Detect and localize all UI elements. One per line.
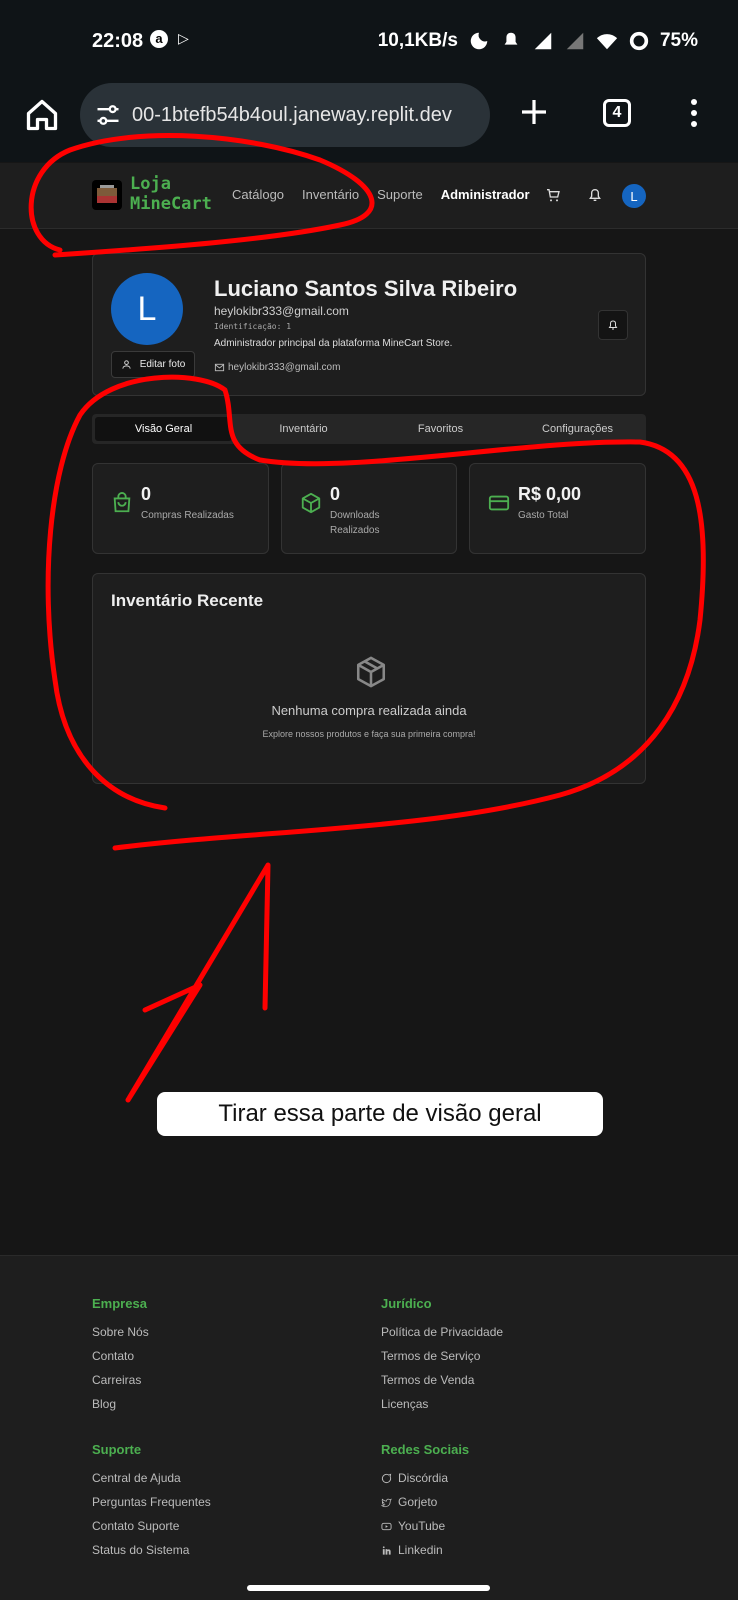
nav-administrador[interactable]: Administrador: [441, 187, 530, 202]
empty-state-subtitle: Explore nossos produtos e faça sua prime…: [262, 729, 476, 739]
package-icon: [301, 492, 321, 514]
signal-off-icon: [566, 32, 584, 50]
footer-link-twitter[interactable]: Gorjeto: [381, 1495, 469, 1509]
gesture-bar[interactable]: [247, 1585, 490, 1591]
home-icon[interactable]: [24, 97, 60, 133]
minecart-logo[interactable]: [92, 180, 122, 210]
footer-empresa: Empresa Sobre Nós Contato Carreiras Blog: [92, 1296, 149, 1411]
tab-switcher-button[interactable]: 4: [603, 99, 631, 127]
tab-configuracoes[interactable]: Configurações: [509, 414, 646, 444]
footer-link[interactable]: Licenças: [381, 1397, 503, 1411]
footer-link-discord[interactable]: Discórdia: [381, 1471, 469, 1485]
play-icon: ▷: [178, 30, 189, 46]
site-settings-icon[interactable]: [94, 101, 122, 129]
shopping-bag-icon: [113, 492, 131, 513]
recent-inventory-title: Inventário Recente: [111, 591, 264, 610]
credit-card-icon: [488, 495, 510, 511]
footer-redes-sociais: Redes Sociais Discórdia Gorjeto YouTube …: [381, 1442, 470, 1557]
nav-inventario[interactable]: Inventário: [302, 187, 359, 202]
profile-card: L Editar foto Luciano Santos Silva Ribei…: [92, 253, 646, 396]
nav-catalogo[interactable]: Catálogo: [232, 187, 284, 202]
footer-juridico: Jurídico Política de Privacidade Termos …: [381, 1296, 504, 1411]
url-text[interactable]: 00-1btefb54b4oul.janeway.replit.dev: [132, 104, 452, 127]
signal-icon: [534, 32, 552, 50]
stat-value: R$ 0,00: [518, 484, 582, 504]
edit-photo-button[interactable]: Editar foto: [111, 351, 195, 378]
user-avatar[interactable]: L: [622, 184, 646, 208]
profile-contact-email: heylokibr333@gmail.com: [214, 362, 340, 373]
bell-off-icon: [504, 32, 518, 45]
footer-link-linkedin[interactable]: Linkedin: [381, 1543, 469, 1557]
footer-link[interactable]: Termos de Venda: [381, 1373, 503, 1387]
site-footer: Empresa Sobre Nós Contato Carreiras Blog…: [0, 1255, 738, 1600]
nav-suporte[interactable]: Suporte: [377, 187, 423, 202]
stat-spent: R$ 0,00 Gasto Total: [469, 463, 646, 554]
footer-link[interactable]: Status do Sistema: [92, 1543, 211, 1557]
annotation-label: Tirar essa parte de visão geral: [157, 1092, 603, 1136]
address-bar[interactable]: 00-1btefb54b4oul.janeway.replit.dev: [80, 83, 490, 147]
package-icon: [356, 656, 386, 688]
bell-icon: [608, 320, 618, 330]
footer-link[interactable]: Blog: [92, 1397, 149, 1411]
profile-id: Identificação: 1: [214, 322, 292, 331]
stat-value: 0: [141, 484, 152, 504]
stat-label: Compras Realizadas: [141, 510, 234, 521]
moon-icon: [470, 32, 488, 50]
footer-link[interactable]: Perguntas Frequentes: [92, 1495, 211, 1509]
footer-link[interactable]: Central de Ajuda: [92, 1471, 211, 1485]
new-tab-icon[interactable]: [518, 96, 550, 128]
tab-inventario[interactable]: Inventário: [235, 414, 372, 444]
footer-link[interactable]: Contato Suporte: [92, 1519, 211, 1533]
stat-label: Downloads Realizados: [330, 510, 380, 536]
footer-link[interactable]: Termos de Serviço: [381, 1349, 503, 1363]
cart-icon[interactable]: [545, 187, 561, 203]
wifi-icon: [596, 34, 618, 50]
amazon-icon: a: [150, 30, 168, 48]
site-header: Loja MineCart Catálogo Inventário Suport…: [0, 163, 738, 229]
footer-link-youtube[interactable]: YouTube: [381, 1519, 469, 1533]
stat-value: 0: [330, 484, 341, 504]
empty-state-title: Nenhuma compra realizada ainda: [271, 703, 467, 718]
mail-icon: [214, 363, 225, 372]
profile-avatar: L: [111, 273, 183, 345]
twitter-icon: [381, 1498, 392, 1507]
footer-link[interactable]: Contato: [92, 1349, 149, 1363]
profile-email: heylokibr333@gmail.com: [214, 304, 349, 318]
footer-link[interactable]: Política de Privacidade: [381, 1325, 503, 1339]
network-speed: 10,1KB/s: [377, 30, 458, 51]
stat-label: Gasto Total: [518, 510, 569, 521]
profile-tabs: Visão Geral Inventário Favoritos Configu…: [92, 414, 646, 444]
recent-inventory-card: Inventário Recente Nenhuma compra realiz…: [92, 573, 646, 784]
battery-percent: 75%: [659, 30, 698, 51]
status-time: 22:08: [92, 30, 144, 52]
footer-link[interactable]: Carreiras: [92, 1373, 149, 1387]
profile-name: Luciano Santos Silva Ribeiro: [214, 276, 518, 301]
stat-downloads: 0 Downloads Realizados: [281, 463, 457, 554]
menu-icon[interactable]: [690, 98, 698, 128]
battery-ring-icon: [629, 31, 649, 51]
browser-toolbar: 00-1btefb54b4oul.janeway.replit.dev 4: [0, 80, 738, 162]
youtube-icon: [381, 1522, 392, 1530]
linkedin-icon: [382, 1545, 391, 1555]
user-icon: [122, 360, 131, 369]
notifications-button[interactable]: [598, 310, 628, 340]
message-circle-icon: [381, 1473, 392, 1483]
footer-link[interactable]: Sobre Nós: [92, 1325, 149, 1339]
tab-visao-geral[interactable]: Visão Geral: [95, 417, 232, 441]
brand-name[interactable]: Loja MineCart: [130, 174, 212, 214]
status-bar: 22:08 a ▷ 10,1KB/s 75%: [0, 0, 738, 80]
bell-icon[interactable]: [587, 187, 603, 203]
stat-purchases: 0 Compras Realizadas: [92, 463, 269, 554]
annotation-arrow: [125, 862, 271, 1103]
profile-description: Administrador principal da plataforma Mi…: [214, 338, 453, 349]
tab-favoritos[interactable]: Favoritos: [372, 414, 509, 444]
footer-suporte: Suporte Central de Ajuda Perguntas Frequ…: [92, 1442, 211, 1557]
main-nav: Catálogo Inventário Suporte Administrado…: [232, 187, 530, 202]
